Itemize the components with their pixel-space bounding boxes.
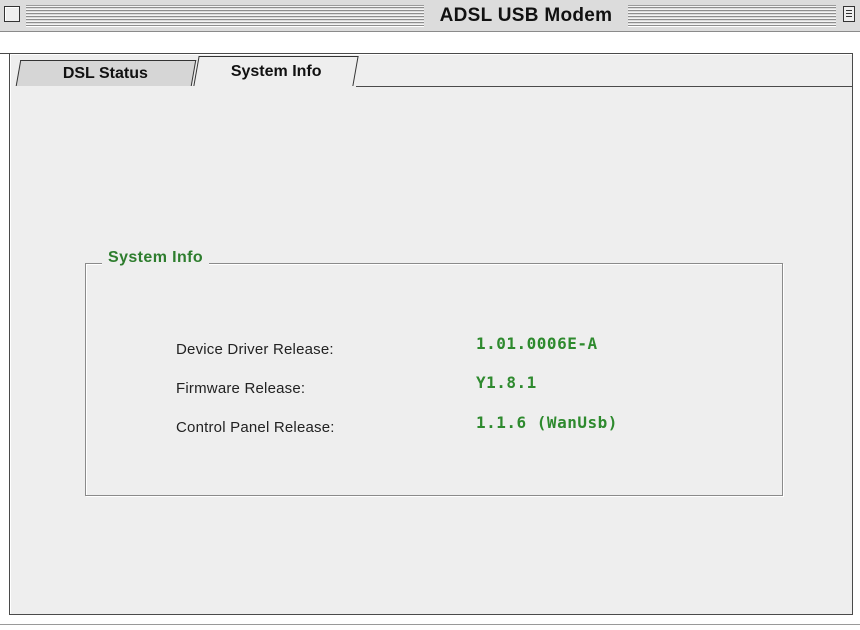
firmware-release-label: Firmware Release:: [176, 380, 306, 397]
device-driver-release-value: 1.01.0006E-A: [476, 334, 598, 353]
title-bar-stripes: [628, 5, 836, 27]
divider: [0, 624, 860, 625]
divider: [356, 86, 853, 87]
tab-system-info[interactable]: System Info: [193, 56, 359, 86]
tab-label: DSL Status: [63, 65, 149, 82]
tab-label: System Info: [230, 63, 322, 80]
group-title: System Info: [102, 249, 210, 267]
control-panel-release-label: Control Panel Release:: [176, 419, 335, 436]
title-bar-stripes: [26, 5, 424, 27]
window-title-bar[interactable]: ADSL USB Modem: [0, 0, 860, 32]
device-driver-release-label: Device Driver Release:: [176, 341, 334, 358]
firmware-release-value: Y1.8.1: [476, 373, 537, 392]
tab-dsl-status[interactable]: DSL Status: [15, 60, 197, 86]
control-panel-release-value: 1.1.6 (WanUsb): [476, 413, 618, 432]
window-title: ADSL USB Modem: [439, 5, 613, 26]
collapse-box-icon[interactable]: [843, 6, 855, 22]
close-box-icon[interactable]: [4, 6, 20, 22]
